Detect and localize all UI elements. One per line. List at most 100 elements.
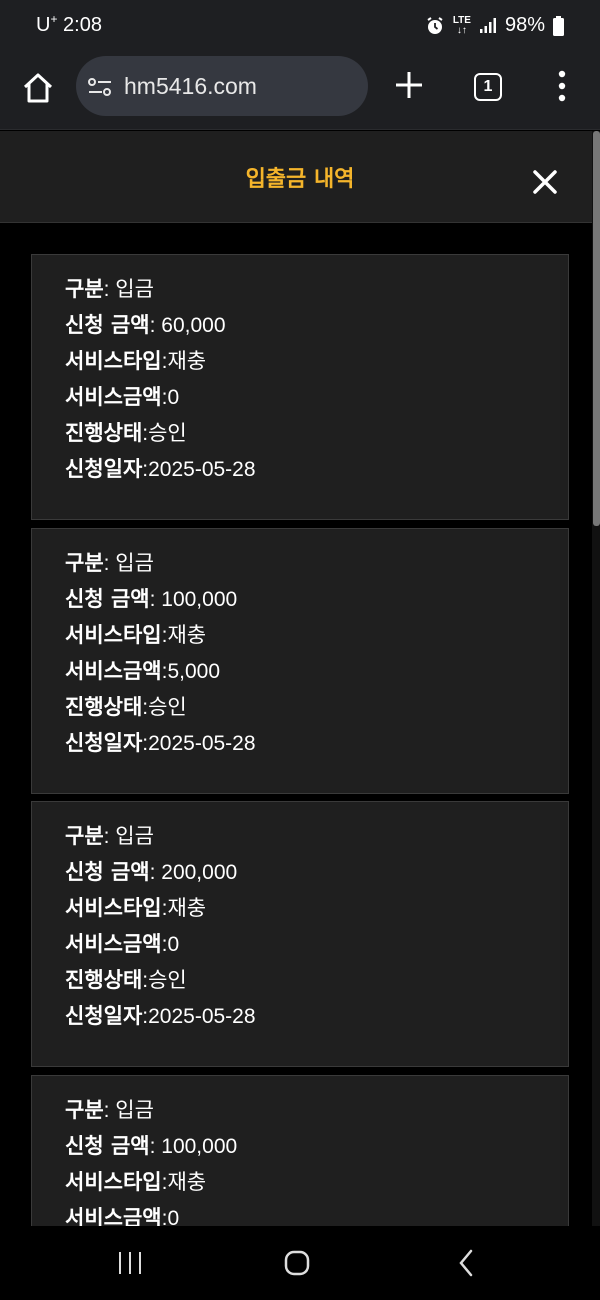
row-date: 신청일자:2025-05-28 [65, 729, 256, 758]
row-service-amount: 서비스금액:5,000 [65, 657, 220, 686]
battery-percent: 98% [504, 14, 545, 36]
battery-icon [553, 15, 564, 36]
label-service-amount: 서비스금액 [65, 1206, 162, 1226]
value-service-type: :재충 [161, 1171, 207, 1194]
label-service-type: 서비스타입 [65, 1170, 162, 1194]
site-settings-icon[interactable] [88, 76, 112, 98]
clock: 2:08 [63, 14, 102, 36]
home-icon[interactable] [20, 70, 56, 106]
row-status: 진행상태:승인 [65, 419, 187, 448]
row-service-type: 서비스타입:재충 [65, 1168, 206, 1197]
close-icon[interactable] [530, 167, 560, 197]
transaction-card: 구분: 입금 신청 금액: 100,000 서비스타입:재충 서비스금액:5,0… [31, 528, 569, 794]
row-service-amount: 서비스금액:0 [65, 383, 179, 412]
label-status: 진행상태 [65, 695, 143, 719]
row-date: 신청일자:2025-05-28 [65, 455, 256, 484]
value-amount: : 200,000 [149, 861, 238, 884]
alarm-icon [427, 16, 443, 34]
value-date: :2025-05-28 [142, 732, 256, 755]
label-type: 구분 [65, 551, 104, 575]
value-status: :승인 [142, 969, 187, 992]
popup-header: 입출금 내역 [0, 131, 592, 223]
label-date: 신청일자 [65, 731, 143, 755]
value-amount: : 100,000 [149, 588, 238, 611]
value-type: : 입금 [103, 1099, 154, 1122]
row-amount: 신청 금액: 200,000 [65, 858, 237, 887]
more-vertical-icon[interactable] [549, 69, 575, 103]
label-amount: 신청 금액 [65, 860, 150, 884]
tab-count: 1 [483, 78, 493, 95]
value-service-amount: :5,000 [161, 660, 220, 683]
new-tab-plus-icon[interactable] [392, 68, 426, 102]
value-date: :2025-05-28 [142, 1005, 256, 1028]
row-type: 구분: 입금 [65, 549, 154, 578]
status-indicators: LTE ↓↑ 98% [425, 14, 564, 37]
row-amount: 신청 금액: 100,000 [65, 585, 237, 614]
row-service-amount: 서비스금액:0 [65, 1204, 179, 1226]
row-status: 진행상태:승인 [65, 693, 187, 722]
value-type: : 입금 [103, 552, 154, 575]
value-service-amount: :0 [161, 933, 180, 956]
transaction-card: 구분: 입금 신청 금액: 100,000 서비스타입:재충 서비스금액:0 [31, 1075, 569, 1226]
label-service-type: 서비스타입 [65, 623, 162, 647]
row-service-amount: 서비스금액:0 [65, 930, 179, 959]
label-type: 구분 [65, 277, 104, 301]
value-type: : 입금 [103, 825, 154, 848]
value-service-type: :재충 [161, 897, 207, 920]
label-service-amount: 서비스금액 [65, 932, 162, 956]
carrier-name: U [36, 14, 51, 36]
back-icon[interactable] [456, 1248, 476, 1278]
system-nav-bar [0, 1226, 600, 1300]
row-service-type: 서비스타입:재충 [65, 621, 206, 650]
signal-icon [479, 17, 496, 33]
row-date: 신청일자:2025-05-28 [65, 1002, 256, 1031]
row-amount: 신청 금액: 60,000 [65, 311, 226, 340]
row-service-type: 서비스타입:재충 [65, 347, 206, 376]
label-amount: 신청 금액 [65, 313, 150, 337]
value-status: :승인 [142, 696, 187, 719]
label-amount: 신청 금액 [65, 587, 150, 611]
transaction-card: 구분: 입금 신청 금액: 200,000 서비스타입:재충 서비스금액:0 진… [31, 801, 569, 1067]
row-status: 진행상태:승인 [65, 966, 187, 995]
value-service-type: :재충 [161, 624, 207, 647]
label-type: 구분 [65, 824, 104, 848]
value-amount: : 100,000 [149, 1135, 238, 1158]
value-amount: : 60,000 [149, 314, 226, 337]
address-bar[interactable]: hm5416.com [76, 56, 368, 116]
value-service-type: :재충 [161, 350, 207, 373]
label-service-amount: 서비스금액 [65, 385, 162, 409]
label-status: 진행상태 [65, 968, 143, 992]
url-text[interactable]: hm5416.com [124, 73, 257, 100]
lte-arrows: ↓↑ [456, 24, 467, 36]
value-service-amount: :0 [161, 1207, 180, 1226]
value-service-amount: :0 [161, 386, 180, 409]
carrier-plus: + [50, 12, 58, 26]
label-service-type: 서비스타입 [65, 349, 162, 373]
value-type: : 입금 [103, 278, 154, 301]
row-type: 구분: 입금 [65, 1096, 154, 1125]
label-date: 신청일자 [65, 457, 143, 481]
row-amount: 신청 금액: 100,000 [65, 1132, 237, 1161]
home-circle-icon[interactable] [283, 1250, 311, 1276]
browser-toolbar: hm5416.com 1 [0, 54, 600, 130]
row-type: 구분: 입금 [65, 822, 154, 851]
label-service-type: 서비스타입 [65, 896, 162, 920]
recents-icon[interactable] [117, 1250, 143, 1276]
lte-icon: LTE ↓↑ [452, 14, 471, 36]
label-date: 신청일자 [65, 1004, 143, 1028]
label-type: 구분 [65, 1098, 104, 1122]
label-status: 진행상태 [65, 421, 143, 445]
transaction-card: 구분: 입금 신청 금액: 60,000 서비스타입:재충 서비스금액:0 진행… [31, 254, 569, 520]
popup-title: 입출금 내역 [245, 167, 355, 192]
row-type: 구분: 입금 [65, 275, 154, 304]
value-date: :2025-05-28 [142, 458, 256, 481]
label-amount: 신청 금액 [65, 1134, 150, 1158]
transaction-list: 구분: 입금 신청 금액: 60,000 서비스타입:재충 서비스금액:0 진행… [0, 224, 592, 1226]
lte-label: LTE [452, 14, 471, 26]
value-status: :승인 [142, 422, 187, 445]
tabs-icon[interactable]: 1 [474, 73, 502, 101]
row-service-type: 서비스타입:재충 [65, 894, 206, 923]
status-carrier-time: U+ 2:08 [36, 12, 102, 37]
status-bar: U+ 2:08 LTE ↓↑ 98% [0, 0, 600, 54]
label-service-amount: 서비스금액 [65, 659, 162, 683]
